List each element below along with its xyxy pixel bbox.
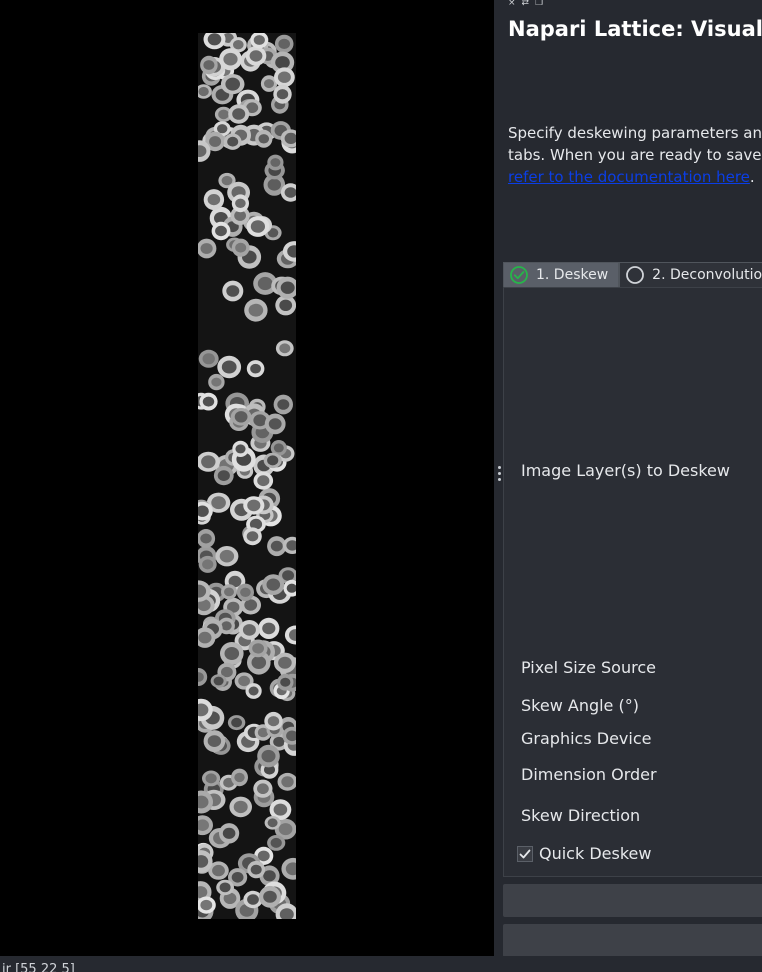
skew-angle-label: Skew Angle (°) xyxy=(521,696,639,715)
link-suffix: . xyxy=(749,168,755,186)
status-text: ir [55 22 5] xyxy=(2,962,75,972)
tab-deskew[interactable]: 1. Deskew xyxy=(503,262,620,287)
graphics-device-label: Graphics Device xyxy=(521,729,652,748)
deskew-settings-panel: Image Layer(s) to Deskew Pixel Size Sour… xyxy=(503,287,762,877)
drag-handle-icon[interactable] xyxy=(498,466,502,484)
dock-controls: × ⇄ ❐ xyxy=(508,0,543,8)
tab-bar: 1. Deskew 2. Deconvolution xyxy=(503,262,762,287)
checkbox-check-icon[interactable] xyxy=(517,845,533,862)
plugin-description: Specify deskewing parameters and tabs. W… xyxy=(508,122,762,188)
cell-image-strip xyxy=(198,33,296,919)
tab-deconvolution-label: 2. Deconvolution xyxy=(652,267,762,283)
documentation-link[interactable]: refer to the documentation here xyxy=(508,168,750,186)
action-bar-1[interactable] xyxy=(503,884,762,917)
tab-deskew-label: 1. Deskew xyxy=(536,267,609,283)
undock-icon[interactable]: ⇄ xyxy=(522,0,530,8)
description-line-1: Specify deskewing parameters and xyxy=(508,124,762,142)
check-circle-icon xyxy=(510,266,528,284)
quick-deskew-checkbox[interactable]: Quick Deskew xyxy=(517,844,651,863)
float-icon[interactable]: ❐ xyxy=(535,0,543,8)
status-bar: ir [55 22 5] xyxy=(0,956,762,972)
close-icon[interactable]: × xyxy=(508,0,516,8)
dimension-order-label: Dimension Order xyxy=(521,765,657,784)
image-layers-label: Image Layer(s) to Deskew xyxy=(521,461,730,480)
description-line-2: tabs. When you are ready to save xyxy=(508,146,762,164)
description-line-3: refer to the documentation here. xyxy=(508,166,762,188)
skew-direction-label: Skew Direction xyxy=(521,806,641,825)
pixel-size-source-label: Pixel Size Source xyxy=(521,658,656,677)
empty-circle-icon xyxy=(626,266,645,284)
plugin-dock-panel: × ⇄ ❐ Napari Lattice: Visualizati Specif… xyxy=(494,0,762,956)
image-viewer-canvas[interactable] xyxy=(0,0,494,956)
action-bar-2[interactable] xyxy=(503,924,762,956)
quick-deskew-label: Quick Deskew xyxy=(539,844,652,863)
tab-deconvolution[interactable]: 2. Deconvolution xyxy=(619,262,762,287)
plugin-title: Napari Lattice: Visualizati xyxy=(508,17,762,41)
